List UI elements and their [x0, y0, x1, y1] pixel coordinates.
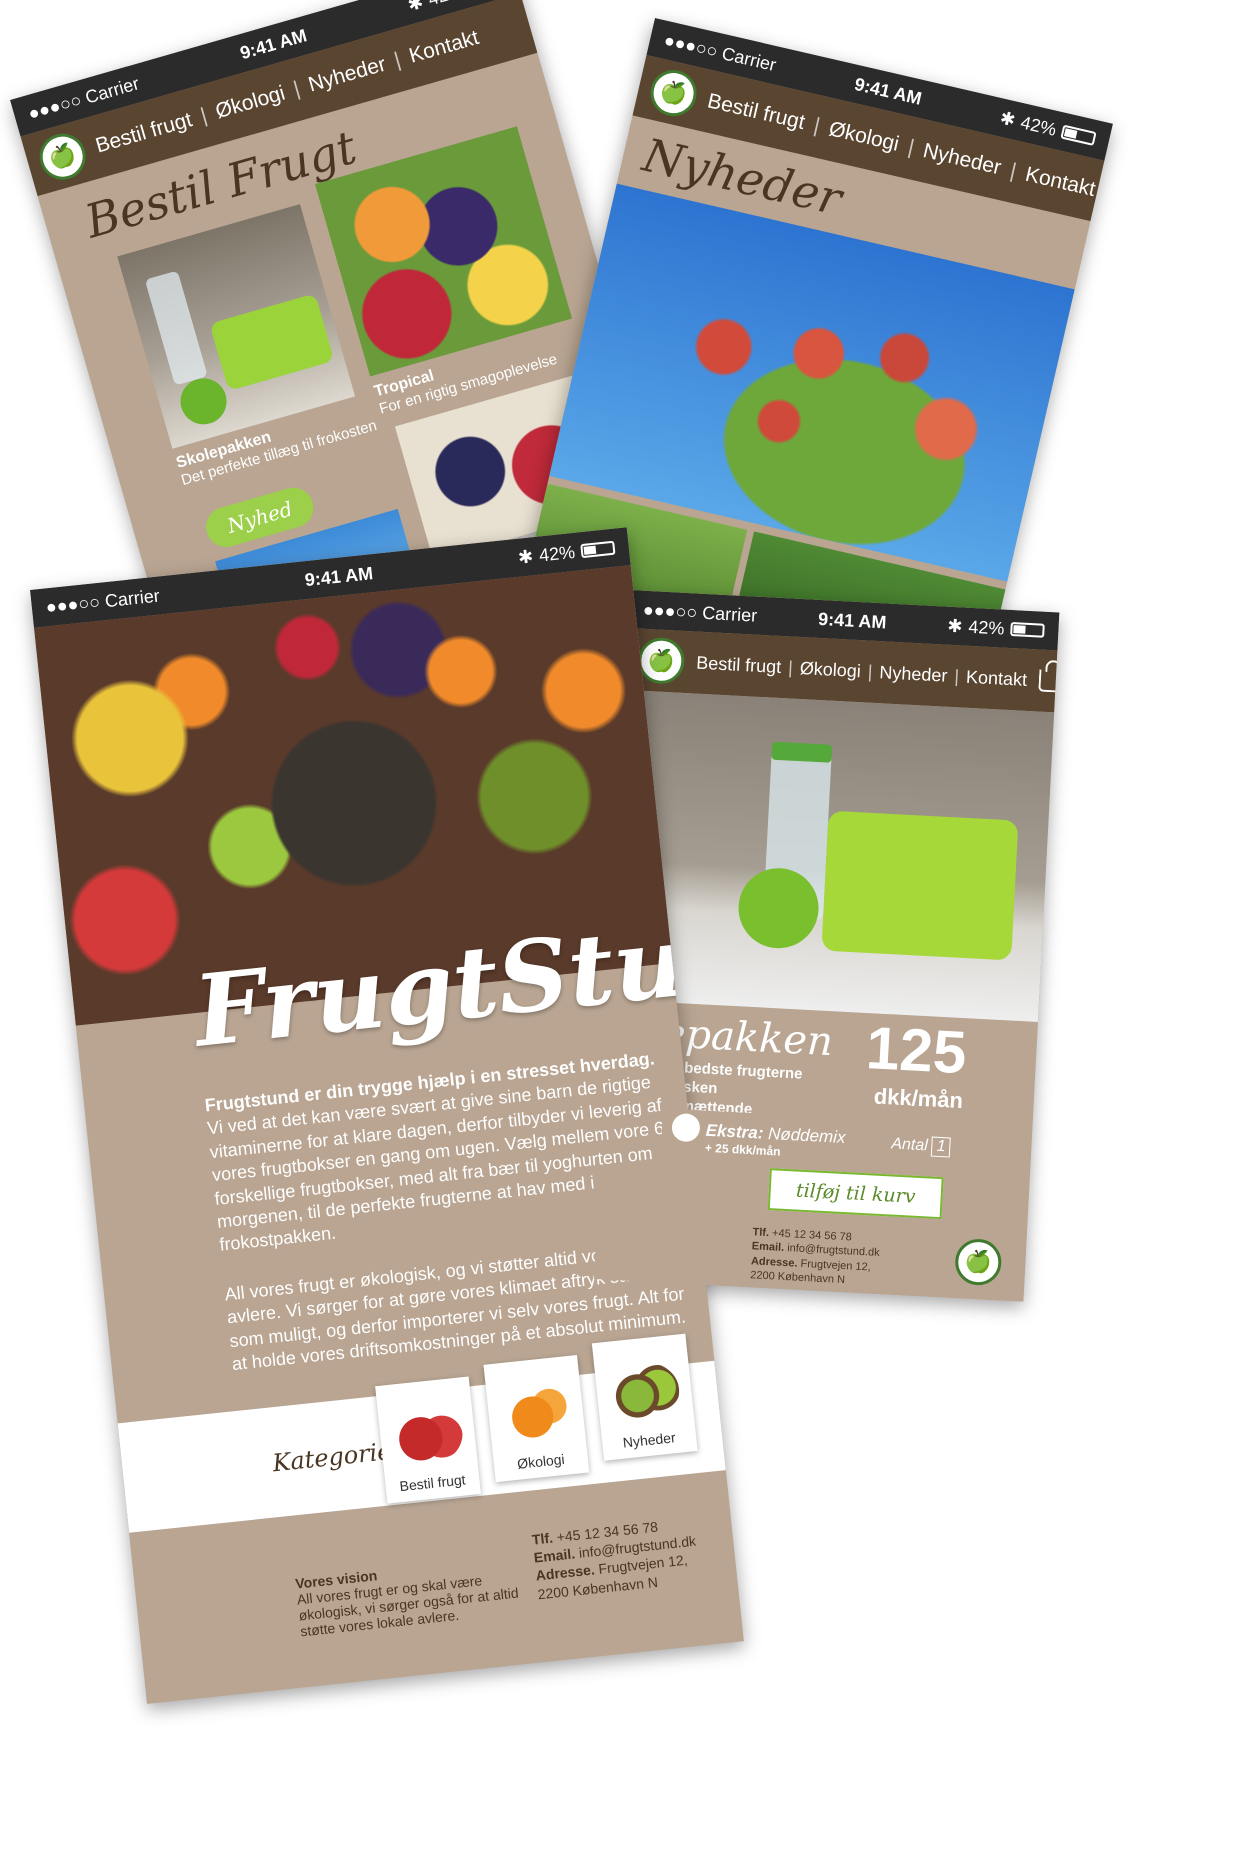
battery-percent: 42%	[967, 616, 1006, 639]
nav-kontakt[interactable]: Kontakt	[407, 26, 482, 69]
nav-separator: |	[1007, 159, 1019, 183]
category-label: Økologi	[516, 1450, 566, 1472]
clock: 9:41 AM	[852, 73, 924, 109]
nav-separator: |	[787, 656, 794, 678]
nav-separator: |	[905, 135, 917, 160]
vision-block: Vores vision All vores frugt er og skal …	[294, 1552, 529, 1639]
category-okologi[interactable]: Økologi	[483, 1355, 590, 1483]
category-nyheder[interactable]: Nyheder	[591, 1333, 698, 1461]
battery-percent: 42%	[1018, 111, 1059, 140]
bluetooth-icon: ✱	[405, 0, 426, 15]
nav-bestil-frugt[interactable]: Bestil frugt	[93, 108, 195, 158]
nav-bestil-frugt[interactable]: Bestil frugt	[696, 652, 782, 677]
battery-percent: 42%	[426, 0, 466, 10]
battery-icon	[580, 540, 616, 559]
status-right: ✱ 42%	[517, 537, 616, 568]
nav-nyheder[interactable]: Nyheder	[879, 662, 948, 687]
nav-separator: |	[867, 661, 874, 682]
carrier-label: ●●●○○ Carrier	[44, 585, 161, 617]
nav-bestil-frugt[interactable]: Bestil frugt	[705, 89, 807, 135]
bluetooth-icon: ✱	[517, 545, 535, 568]
kiwi-icon	[606, 1358, 683, 1426]
nav-nyheder[interactable]: Nyheder	[306, 53, 389, 98]
apple-icon	[389, 1401, 466, 1469]
orange-icon	[497, 1380, 574, 1448]
cart-icon[interactable]	[1104, 182, 1113, 210]
price-value: 125	[864, 1014, 969, 1087]
bluetooth-icon: ✱	[946, 615, 964, 636]
lunchbox-photo	[608, 689, 1055, 1022]
nav-separator: |	[290, 77, 303, 101]
cart-icon[interactable]	[1038, 669, 1060, 693]
bluetooth-icon: ✱	[998, 107, 1018, 130]
nav-okologi[interactable]: Økologi	[826, 117, 902, 156]
nav-separator: |	[197, 103, 210, 128]
nav-separator: |	[811, 113, 823, 138]
logo-icon[interactable]: 🍏	[645, 65, 702, 121]
contact-block: Tlf. +45 12 34 56 78 Email. info@frugtst…	[531, 1514, 701, 1603]
quantity-main[interactable]: Antal 2	[825, 1229, 887, 1253]
logo-icon[interactable]: 🍏	[637, 636, 686, 685]
phone-frugtstund: ●●●○○ Carrier 9:41 AM ✱ 42% FrugtStund F…	[30, 527, 744, 1704]
price-unit: dkk/mån	[873, 1083, 964, 1114]
category-bestil-frugt[interactable]: Bestil frugt	[375, 1376, 481, 1504]
nav-okologi[interactable]: Økologi	[213, 82, 288, 125]
intro-text: Frugtstund er din trygge hjælp i en stre…	[204, 1047, 679, 1258]
nav-nyheder[interactable]: Nyheder	[921, 139, 1004, 180]
carrier-label: ●●●○○ Carrier	[642, 599, 758, 626]
antal-value[interactable]: 2	[866, 1231, 887, 1253]
antal-label: Antal	[825, 1230, 864, 1250]
battery-icon	[1010, 621, 1045, 638]
clock: 9:41 AM	[817, 608, 887, 632]
nav-kontakt[interactable]: Kontakt	[1023, 163, 1098, 202]
nav-kontakt[interactable]: Kontakt	[966, 666, 1028, 690]
nav-okologi[interactable]: Økologi	[799, 658, 861, 682]
clock: 9:41 AM	[303, 562, 374, 590]
logo-icon[interactable]: 🍏	[34, 128, 92, 186]
battery-icon	[1060, 124, 1097, 146]
battery-percent: 42%	[538, 541, 576, 566]
category-label: Nyheder	[622, 1429, 677, 1451]
nav-separator: |	[391, 48, 404, 72]
nav-links: Bestil frugt | Økologi | Nyheder | Kontakt	[696, 652, 1028, 690]
category-label: Bestil frugt	[398, 1471, 467, 1495]
tlf-label: Tlf.	[531, 1529, 554, 1548]
status-right: ✱ 42%	[947, 615, 1045, 641]
nav-separator: |	[953, 665, 960, 686]
